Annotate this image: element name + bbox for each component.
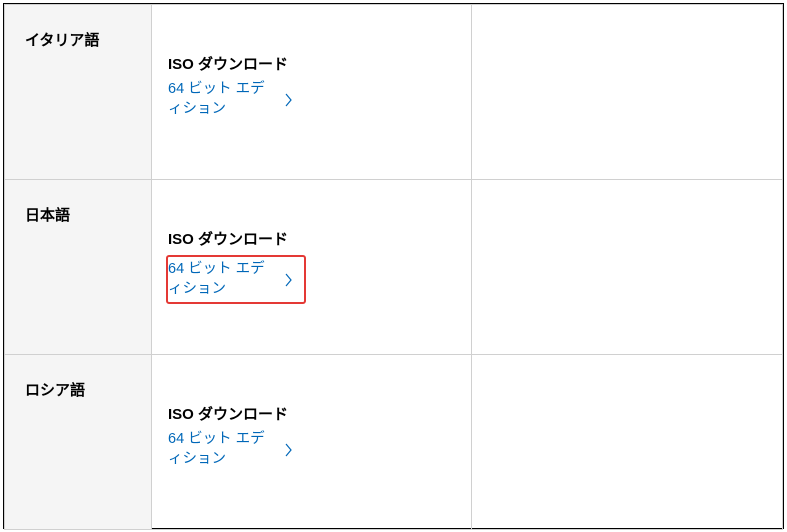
language-table: イタリア語 ISO ダウンロード 64 ビット エディション 日本語: [4, 4, 783, 530]
empty-cell: [472, 180, 783, 355]
chevron-right-icon: [284, 443, 294, 457]
download-link-64bit[interactable]: 64 ビット エディション: [168, 430, 294, 469]
language-cell-russian: ロシア語: [5, 355, 152, 530]
iso-download-label: ISO ダウンロード: [168, 228, 455, 249]
empty-cell: [472, 5, 783, 180]
iso-download-label: ISO ダウンロード: [168, 403, 455, 424]
download-link-text: 64 ビット エディション: [168, 80, 278, 119]
download-link-text: 64 ビット エディション: [168, 260, 278, 299]
language-name: 日本語: [25, 207, 70, 224]
chevron-right-icon: [284, 93, 294, 107]
language-name: イタリア語: [25, 32, 99, 49]
highlight-annotation: 64 ビット エディション: [166, 255, 306, 304]
iso-download-label: ISO ダウンロード: [168, 53, 455, 74]
download-cell: ISO ダウンロード 64 ビット エディション: [152, 355, 472, 530]
language-name: ロシア語: [25, 382, 85, 399]
language-cell-japanese: 日本語: [5, 180, 152, 355]
table-row: ロシア語 ISO ダウンロード 64 ビット エディション: [5, 355, 783, 530]
download-cell: ISO ダウンロード 64 ビット エディション: [152, 5, 472, 180]
table-row: イタリア語 ISO ダウンロード 64 ビット エディション: [5, 5, 783, 180]
empty-cell: [472, 355, 783, 530]
language-cell-italian: イタリア語: [5, 5, 152, 180]
download-table: イタリア語 ISO ダウンロード 64 ビット エディション 日本語: [3, 3, 784, 529]
download-link-text: 64 ビット エディション: [168, 430, 278, 469]
download-link-64bit[interactable]: 64 ビット エディション: [168, 260, 296, 299]
download-link-64bit[interactable]: 64 ビット エディション: [168, 80, 294, 119]
chevron-right-icon: [284, 273, 294, 287]
table-row: 日本語 ISO ダウンロード 64 ビット エディション: [5, 180, 783, 355]
download-cell: ISO ダウンロード 64 ビット エディション: [152, 180, 472, 355]
